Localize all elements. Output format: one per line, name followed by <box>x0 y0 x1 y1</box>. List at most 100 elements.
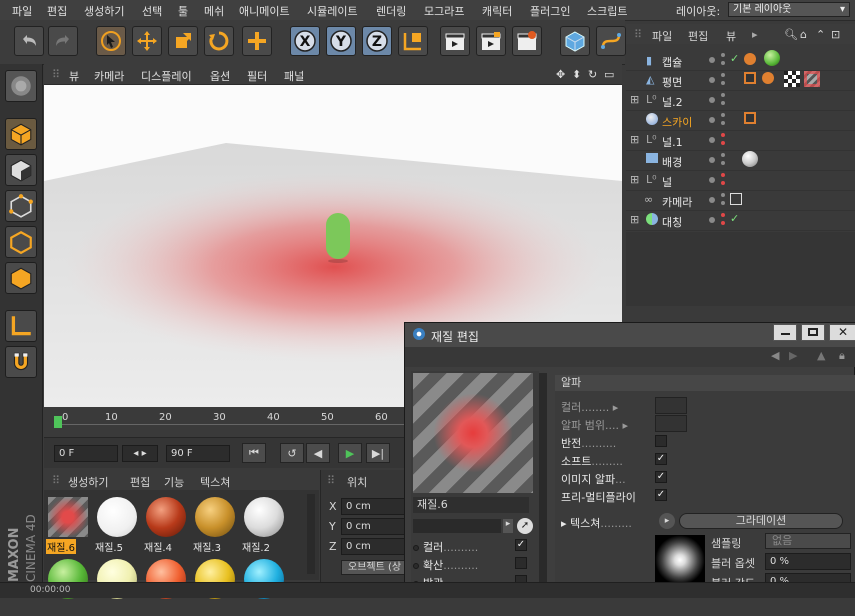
up-arrow-icon[interactable]: ▲ <box>817 349 825 362</box>
scale-button[interactable] <box>168 26 198 56</box>
viewport-menu-display[interactable]: 디스플레이 <box>141 68 192 84</box>
step-forward-button[interactable]: ▶| <box>366 443 390 463</box>
viewport-menu-view[interactable]: 뷰 <box>69 68 79 84</box>
object-row[interactable]: 스카이 <box>626 110 855 131</box>
object-row[interactable]: ◭ 평면 <box>626 70 855 91</box>
soft-checkbox[interactable]: ✓ <box>655 453 667 465</box>
redo-button[interactable] <box>48 26 78 56</box>
end-frame-field[interactable]: 90 F <box>166 445 230 462</box>
expand-tree-icon[interactable]: ⊞ <box>630 133 639 146</box>
menu-create[interactable]: 생성하기 <box>84 3 124 19</box>
object-row[interactable]: ∞ 카메라 <box>626 190 855 211</box>
viewport-menu-filter[interactable]: 필터 <box>247 68 267 84</box>
cube-button[interactable] <box>560 26 590 56</box>
viewport-move-icon[interactable]: ✥ <box>556 68 565 81</box>
texture-menu-button[interactable]: ▸ <box>659 513 675 529</box>
viewport-rotate-icon[interactable]: ↻ <box>588 68 597 81</box>
edges-mode-button[interactable] <box>5 226 37 258</box>
invert-checkbox[interactable] <box>655 435 667 447</box>
playhead[interactable] <box>54 416 62 428</box>
image-alpha-checkbox[interactable]: ✓ <box>655 471 667 483</box>
coordinate-mode-select[interactable]: 오브젝트 (상 <box>341 560 411 575</box>
current-frame-field[interactable]: 0 F <box>54 445 118 462</box>
material-swatch[interactable]: 재질.4 <box>142 494 188 554</box>
left-panel-scrollbar[interactable] <box>539 373 547 593</box>
position-y-field[interactable]: 0 cm <box>341 518 409 535</box>
expand-tree-icon[interactable]: ⊞ <box>630 173 639 186</box>
menu-tools[interactable]: 툴 <box>178 3 188 19</box>
material-menu-create[interactable]: 생성하기 <box>68 474 108 490</box>
channel-diffusion-checkbox[interactable] <box>515 557 527 569</box>
channel-color[interactable]: 컬러.......... <box>413 539 478 555</box>
search-icon[interactable]: 🔍︎ <box>784 28 798 41</box>
arrow-right-icon[interactable]: ▸ <box>503 519 513 533</box>
expand-tree-icon[interactable]: ⊞ <box>630 93 639 106</box>
material-name-field[interactable]: 재질.6 <box>413 497 529 513</box>
menu-mesh[interactable]: 메쉬 <box>204 3 224 19</box>
menu-edit[interactable]: 편집 <box>47 3 67 19</box>
home-icon[interactable]: ⌂ <box>800 28 807 41</box>
previous-key-button[interactable]: ↺ <box>280 443 304 463</box>
frame-stepper[interactable]: ◂ ▸ <box>122 445 158 462</box>
menu-character[interactable]: 캐릭터 <box>482 3 512 19</box>
material-name-input[interactable] <box>413 519 501 533</box>
render-picture-viewer-button[interactable] <box>476 26 506 56</box>
object-row[interactable]: ⊞ 대칭 ✓ <box>626 210 855 231</box>
render-settings-button[interactable] <box>512 26 542 56</box>
material-swatch[interactable]: 재질.6 <box>44 494 90 554</box>
viewport-menu-camera[interactable]: 카메라 <box>94 68 124 84</box>
close-button[interactable]: ✕ <box>829 324 855 341</box>
render-view-button[interactable] <box>440 26 470 56</box>
coord-system-button[interactable] <box>398 26 428 56</box>
position-x-field[interactable]: 0 cm <box>341 498 409 515</box>
sampling-select[interactable]: 없음 <box>765 533 851 549</box>
object-row[interactable]: 배경 <box>626 150 855 171</box>
maximize-button[interactable] <box>801 324 825 341</box>
lock-icon[interactable]: 🔒︎ <box>839 349 845 363</box>
material-scrollbar[interactable] <box>307 494 315 574</box>
material-menu-texture[interactable]: 텍스쳐 <box>200 474 230 490</box>
layout-select[interactable]: 기본 레이아웃 ▾ <box>728 2 850 17</box>
object-row[interactable]: ⊞ L⁰ 널.1 <box>626 130 855 151</box>
menu-simulate[interactable]: 시뮬레이트 <box>307 3 358 19</box>
material-swatch[interactable]: 재질.3 <box>191 494 237 554</box>
viewport-menu-options[interactable]: 옵션 <box>210 68 230 84</box>
axis-mode-button[interactable] <box>5 310 37 342</box>
make-editable-button[interactable] <box>5 70 37 102</box>
menu-mograph[interactable]: 모그라프 <box>424 3 464 19</box>
alpha-range-swatch[interactable] <box>655 415 687 432</box>
material-preview[interactable] <box>413 373 533 493</box>
channel-color-checkbox[interactable]: ✓ <box>515 539 527 551</box>
viewport-maximize-icon[interactable]: ▭ <box>604 68 614 81</box>
texture-mode-button[interactable] <box>5 154 37 186</box>
play-button[interactable]: ▶ <box>338 443 362 463</box>
y-axis-button[interactable]: Y <box>326 26 356 56</box>
lock-icon[interactable]: ⊡ <box>831 28 840 41</box>
back-arrow-icon[interactable]: ◀ <box>771 349 779 362</box>
points-mode-button[interactable] <box>5 190 37 222</box>
capsule-object[interactable] <box>326 213 350 259</box>
move-button[interactable] <box>132 26 162 56</box>
spline-button[interactable] <box>596 26 626 56</box>
premultiply-checkbox[interactable]: ✓ <box>655 489 667 501</box>
go-to-start-button[interactable]: ⏮ <box>242 443 266 463</box>
live-select-button[interactable] <box>96 26 126 56</box>
menu-file[interactable]: 파일 <box>12 3 32 19</box>
menu-render[interactable]: 렌더링 <box>376 3 406 19</box>
polygons-mode-button[interactable] <box>5 262 37 294</box>
rotate-button[interactable] <box>204 26 234 56</box>
model-mode-button[interactable] <box>5 118 37 150</box>
undo-button[interactable] <box>14 26 44 56</box>
expand-tree-icon[interactable]: ⊞ <box>630 213 639 226</box>
viewport-zoom-icon[interactable]: ⬍ <box>572 68 581 81</box>
up-icon[interactable]: ⌃ <box>816 28 825 41</box>
blur-offset-field[interactable]: 0 % <box>765 553 851 570</box>
object-menu-file[interactable]: 파일 <box>652 28 672 44</box>
minimize-button[interactable] <box>773 324 797 341</box>
material-menu-edit[interactable]: 편집 <box>130 474 150 490</box>
pointer-icon[interactable]: ➚ <box>517 518 533 534</box>
snap-button[interactable] <box>5 346 37 378</box>
add-button[interactable] <box>242 26 272 56</box>
step-back-button[interactable]: ◀ <box>306 443 330 463</box>
object-menu-edit[interactable]: 편집 <box>688 28 708 44</box>
